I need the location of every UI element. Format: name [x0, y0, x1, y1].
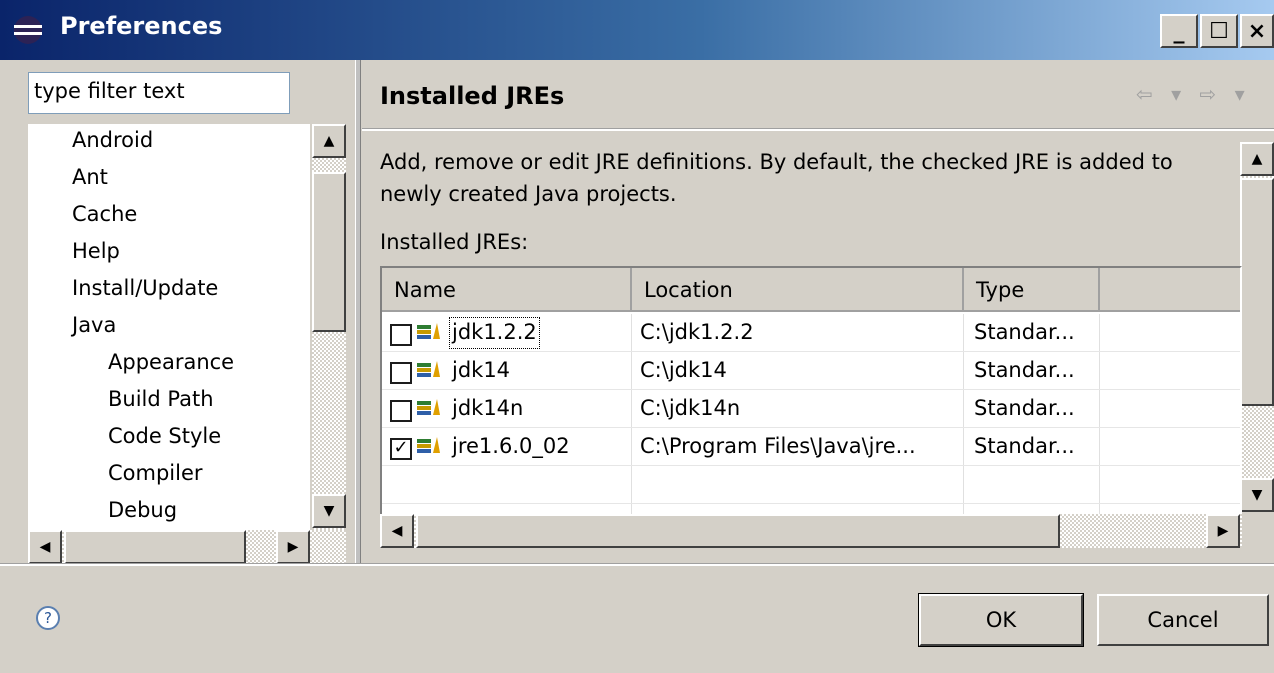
maximize-button[interactable]: ☐: [1200, 14, 1238, 48]
jre-name-cell: jdk1.2.2: [446, 314, 543, 352]
tree-scroll-right-button[interactable]: ▶: [276, 530, 310, 564]
tree-scroll-down-button[interactable]: ▼: [312, 494, 346, 528]
tree-item[interactable]: Code Style: [108, 424, 221, 448]
tree-vscroll-thumb[interactable]: [312, 172, 346, 332]
page-title: Installed JREs: [380, 82, 565, 110]
table-scroll-left-button[interactable]: ◀: [380, 514, 414, 548]
help-icon[interactable]: ?: [36, 606, 60, 630]
tree-item[interactable]: Compiler: [108, 461, 203, 485]
close-button[interactable]: ×: [1240, 14, 1274, 48]
jre-name-cell: jre1.6.0_02: [452, 434, 570, 458]
page-scroll-down-button[interactable]: ▼: [1240, 478, 1274, 512]
preference-tree[interactable]: Android Ant Cache Help Install/Update Java App…: [28, 124, 310, 536]
tree-item[interactable]: Ant: [72, 165, 108, 189]
ok-button[interactable]: OK: [918, 593, 1084, 647]
jre-location-cell: C:\jdk14n: [640, 396, 741, 420]
page-vscroll-thumb[interactable]: [1240, 178, 1274, 406]
header-divider: [362, 128, 1274, 131]
page-description: Add, remove or edit JRE definitions. By …: [380, 150, 1173, 206]
jre-location-cell: C:\jdk14: [640, 358, 727, 382]
tree-hscroll-thumb[interactable]: [64, 530, 246, 564]
jre-type-cell: Standar...: [974, 358, 1075, 382]
minimize-button[interactable]: _: [1160, 14, 1198, 48]
window-title: Preferences: [60, 12, 223, 40]
installed-jres-label: Installed JREs:: [380, 230, 529, 254]
jre-checkbox[interactable]: ✓: [390, 438, 412, 460]
table-row-line: [382, 503, 1240, 504]
jre-name-cell: jdk14: [452, 358, 511, 382]
jre-type-cell: Standar...: [974, 434, 1075, 458]
column-header-name[interactable]: Name: [382, 268, 632, 312]
table-hscroll-thumb[interactable]: [416, 514, 1060, 548]
jre-type-cell: Standar...: [974, 320, 1075, 344]
jre-library-icon: [417, 399, 440, 415]
table-row[interactable]: ✓ jre1.6.0_02 C:\Program Files\Java\jre...…: [382, 428, 1240, 466]
column-header-type[interactable]: Type: [964, 268, 1100, 312]
tree-scroll-left-button[interactable]: ◀: [28, 530, 62, 564]
panel-splitter[interactable]: [355, 60, 361, 563]
history-nav-arrows[interactable]: ⇦ ▾ ⇨ ▾: [1136, 82, 1251, 106]
page-scroll-up-button[interactable]: ▲: [1240, 142, 1274, 176]
jre-checkbox[interactable]: [390, 400, 412, 422]
table-row[interactable]: jdk14n C:\jdk14n Standar...: [382, 390, 1240, 428]
table-row[interactable]: jdk14 C:\jdk14 Standar...: [382, 352, 1240, 390]
jre-library-icon: [417, 323, 440, 339]
table-scroll-right-button[interactable]: ▶: [1206, 514, 1240, 548]
footer-divider: [0, 563, 1274, 566]
jre-checkbox[interactable]: [390, 362, 412, 384]
jre-type-cell: Standar...: [974, 396, 1075, 420]
tree-item[interactable]: Android: [72, 128, 153, 152]
jre-checkbox[interactable]: [390, 324, 412, 346]
eclipse-icon: [14, 16, 42, 44]
jre-name-cell: jdk14n: [452, 396, 524, 420]
tree-scroll-up-button[interactable]: ▲: [312, 124, 346, 158]
tree-item[interactable]: Java: [72, 313, 116, 337]
tree-item[interactable]: Help: [72, 239, 120, 263]
tree-item[interactable]: Build Path: [108, 387, 214, 411]
tree-item[interactable]: Debug: [108, 498, 177, 522]
tree-item[interactable]: Appearance: [108, 350, 234, 374]
table-row[interactable]: jdk1.2.2 C:\jdk1.2.2 Standar...: [382, 314, 1240, 352]
jre-location-cell: C:\Program Files\Java\jre...: [640, 434, 916, 458]
jre-library-icon: [417, 361, 440, 377]
jre-location-cell: C:\jdk1.2.2: [640, 320, 754, 344]
tree-item[interactable]: Install/Update: [72, 276, 218, 300]
jre-library-icon: [417, 437, 440, 453]
column-header-filler: [1100, 268, 1240, 312]
tree-item[interactable]: Cache: [72, 202, 137, 226]
jre-table[interactable]: Name Location Type jdk1.2.2 C:\jdk1.2.2 St…: [380, 266, 1242, 522]
cancel-button[interactable]: Cancel: [1097, 594, 1269, 646]
filter-input[interactable]: type filter text: [28, 72, 290, 114]
column-header-location[interactable]: Location: [632, 268, 964, 312]
